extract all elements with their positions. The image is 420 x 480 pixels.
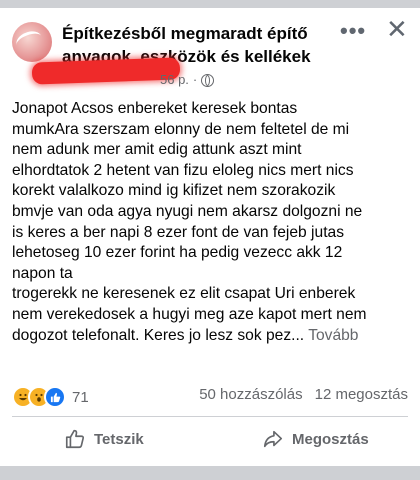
engagement-counts: 50 hozzászólás 12 megosztás [199,386,408,403]
post-body-truncated: dogozot telefonalt. Keres jo lesz sok pe… [12,326,305,344]
share-arrow-icon [263,430,283,448]
top-separator [0,0,420,8]
post-body-line: napon ta [12,264,73,282]
globe-icon [201,74,215,87]
share-label: Megosztás [292,430,369,448]
like-label: Tetszik [94,430,144,448]
post-body-line: bmvje van oda agya nyugi nem akarsz dolg… [12,202,363,220]
post-body-line: Jonapot Acsos enbereket keresek bontas [12,100,298,117]
share-button[interactable]: Megosztás [262,428,369,450]
post-body-line: korekt valalkozo mind ig kifizet nem szo… [12,182,336,200]
redacted-author-name [31,57,181,85]
meta-separator: · [192,72,198,87]
comment-count-link[interactable]: 50 hozzászólás [199,386,302,403]
reaction-count: 71 [72,388,89,406]
like-button[interactable]: Tetszik [64,428,144,450]
post-body-line: mumkAra szerszam elonny de nem feltetel … [12,120,350,138]
post-body-last-line: dogozot telefonalt. Keres jo lesz sok pe… [12,326,412,347]
post-body: Jonapot Acsos enbereket keresek bontas m… [12,99,412,346]
post-body-line: is keres a ber napi 8 ezer font de van f… [12,223,344,241]
group-avatar[interactable] [12,22,52,62]
more-options-button[interactable]: ••• [340,18,366,44]
reactions-summary[interactable]: 71 [12,386,89,408]
close-icon[interactable]: ✕ [386,16,408,42]
post-body-line: nem verekedosek a hugyi meg aze kapot me… [12,305,367,323]
avatar-logo-icon [13,28,45,53]
post-body-line: elhordtatok 2 hetent van fizu eloleg nic… [12,161,354,179]
post-body-line: nem adunk mer amit edig attunk aszt mint [12,141,302,159]
actions-divider [12,416,408,417]
post-meta: 56 p. · [160,72,215,87]
thumbs-up-icon [65,429,85,449]
post-time[interactable]: 56 p. [160,72,189,87]
post-body-line: lehetoseg 10 ezer forint ha pedig vezecc… [12,244,343,262]
post-body-line: trogerekk ne keresenek ez elit csapat Ur… [12,285,356,303]
share-count-link[interactable]: 12 megosztás [315,386,408,403]
see-more-link[interactable]: Tovább [308,327,358,344]
bottom-separator [0,466,420,480]
like-reaction-icon [44,386,66,408]
